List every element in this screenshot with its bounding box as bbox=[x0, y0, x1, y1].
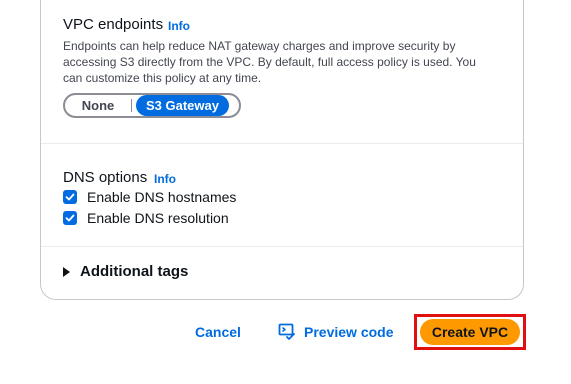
segment-none[interactable]: None bbox=[65, 98, 131, 113]
additional-tags-expander[interactable]: Additional tags bbox=[63, 263, 188, 280]
preview-code-button[interactable]: Preview code bbox=[278, 323, 394, 341]
additional-tags-label: Additional tags bbox=[80, 263, 189, 280]
dns-resolution-checkbox[interactable] bbox=[63, 211, 77, 225]
create-vpc-button[interactable]: Create VPC bbox=[420, 319, 520, 345]
preview-code-label: Preview code bbox=[304, 324, 394, 340]
dns-hostnames-option[interactable]: Enable DNS hostnames bbox=[63, 189, 236, 205]
dns-resolution-option[interactable]: Enable DNS resolution bbox=[63, 210, 229, 226]
checkmark-icon bbox=[65, 214, 75, 222]
dns-resolution-label: Enable DNS resolution bbox=[87, 210, 229, 226]
cancel-button[interactable]: Cancel bbox=[195, 324, 241, 340]
section-divider bbox=[41, 143, 523, 144]
dns-hostnames-label: Enable DNS hostnames bbox=[87, 189, 237, 205]
segment-s3-gateway[interactable]: S3 Gateway bbox=[136, 95, 229, 116]
vpc-endpoints-segmented-control[interactable]: None S3 Gateway bbox=[63, 93, 241, 118]
segment-divider bbox=[131, 99, 132, 112]
caret-right-icon bbox=[63, 266, 70, 277]
section-divider bbox=[41, 246, 523, 247]
dns-hostnames-checkbox[interactable] bbox=[63, 190, 77, 204]
checkmark-icon bbox=[65, 193, 75, 201]
dns-options-info-link[interactable]: Info bbox=[154, 172, 176, 186]
vpc-endpoints-info-link[interactable]: Info bbox=[168, 19, 190, 33]
code-preview-icon bbox=[278, 323, 295, 340]
vpc-endpoints-description: Endpoints can help reduce NAT gateway ch… bbox=[63, 39, 476, 85]
vpc-endpoints-title: VPC endpoints bbox=[63, 16, 164, 33]
dns-options-title: DNS options bbox=[63, 169, 148, 186]
